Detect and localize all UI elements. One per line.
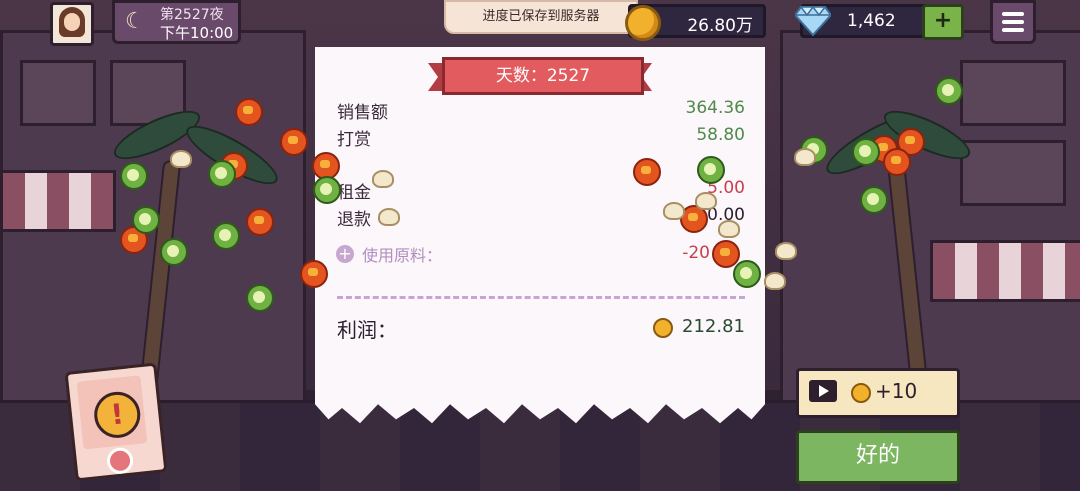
jalapeno-slice-icon [208, 160, 236, 188]
exclamation-icon: ! [91, 389, 143, 441]
sales-value: 364.36 [685, 98, 745, 118]
shop-window [20, 60, 96, 126]
coin-icon [653, 318, 673, 338]
jalapeno-slice-icon [160, 238, 188, 266]
garlic-clove-icon [764, 272, 786, 290]
jalapeno-slice-icon [246, 284, 274, 312]
tomato-slice-icon [235, 98, 263, 126]
coin-icon [625, 5, 661, 41]
garlic-clove-icon [372, 170, 394, 188]
jalapeno-slice-icon [212, 222, 240, 250]
garlic-clove-icon [663, 202, 685, 220]
shop-window [960, 140, 1066, 206]
profit-value: 212.81 [682, 316, 745, 337]
tips-label: 打赏 [337, 130, 371, 150]
coin-counter: 26.80万 [625, 4, 766, 41]
striped-awning [930, 240, 1080, 302]
jalapeno-slice-icon [935, 77, 963, 105]
ok-button[interactable]: 好的 [796, 430, 960, 484]
hamburger-icon [1002, 28, 1024, 32]
day-ribbon: 天数：2527 [428, 57, 652, 95]
garlic-clove-icon [378, 208, 400, 226]
menu-button[interactable] [990, 0, 1036, 44]
garlic-clove-icon [718, 220, 740, 238]
tomato-slice-icon [883, 148, 911, 176]
day-night-indicator: ☾ 第2527夜 下午10:00 [112, 0, 241, 44]
ad-reward-amount: +10 [875, 379, 918, 403]
jalapeno-slice-icon [860, 186, 888, 214]
jalapeno-slice-icon [313, 176, 341, 204]
jalapeno-slice-icon [120, 162, 148, 190]
gem-counter: 1,462 + [795, 4, 964, 40]
coin-icon [851, 383, 871, 403]
garlic-clove-icon [775, 242, 797, 260]
clock-time: 下午10:00 [160, 24, 234, 42]
materials-value: -20 [682, 243, 710, 263]
notification-dot-icon [105, 446, 135, 476]
video-play-icon [809, 380, 837, 402]
jalapeno-slice-icon [132, 206, 160, 234]
coin-amount: 26.80万 [687, 16, 753, 36]
notice-card-button[interactable]: ! [64, 362, 168, 482]
receipt-divider [337, 296, 745, 299]
sales-label: 销售额 [337, 103, 388, 123]
player-avatar[interactable] [50, 2, 94, 46]
avatar-face [64, 13, 80, 31]
hamburger-icon [1002, 20, 1024, 24]
profit-label: 利润： [337, 318, 397, 342]
notice-card-face: ! [76, 375, 148, 450]
moon-icon: ☾ [125, 9, 145, 34]
day-title: 天数：2527 [442, 57, 644, 95]
expand-materials-icon[interactable]: + [336, 245, 354, 263]
jalapeno-slice-icon [697, 156, 725, 184]
hamburger-icon [1002, 12, 1024, 16]
shop-window [960, 60, 1066, 126]
materials-label[interactable]: 使用原料： [362, 242, 442, 266]
tomato-slice-icon [246, 208, 274, 236]
garlic-clove-icon [695, 192, 717, 210]
jalapeno-slice-icon [733, 260, 761, 288]
tomato-slice-icon [280, 128, 308, 156]
buy-gems-button[interactable]: + [922, 4, 964, 40]
garlic-clove-icon [170, 150, 192, 168]
garlic-clove-icon [794, 148, 816, 166]
tips-value: 58.80 [696, 125, 745, 145]
gem-amount: 1,462 [847, 11, 896, 31]
rent-label: 租金 [337, 183, 371, 203]
save-toast: 进度已保存到服务器 [444, 0, 638, 34]
watch-ad-reward-button[interactable]: +10 [796, 368, 960, 418]
jalapeno-slice-icon [852, 138, 880, 166]
tomato-slice-icon [633, 158, 661, 186]
refund-label: 退款 [337, 210, 371, 230]
night-count: 第2527夜 [160, 7, 224, 23]
tomato-slice-icon [300, 260, 328, 288]
striped-awning [0, 170, 116, 232]
diamond-icon [795, 5, 831, 37]
